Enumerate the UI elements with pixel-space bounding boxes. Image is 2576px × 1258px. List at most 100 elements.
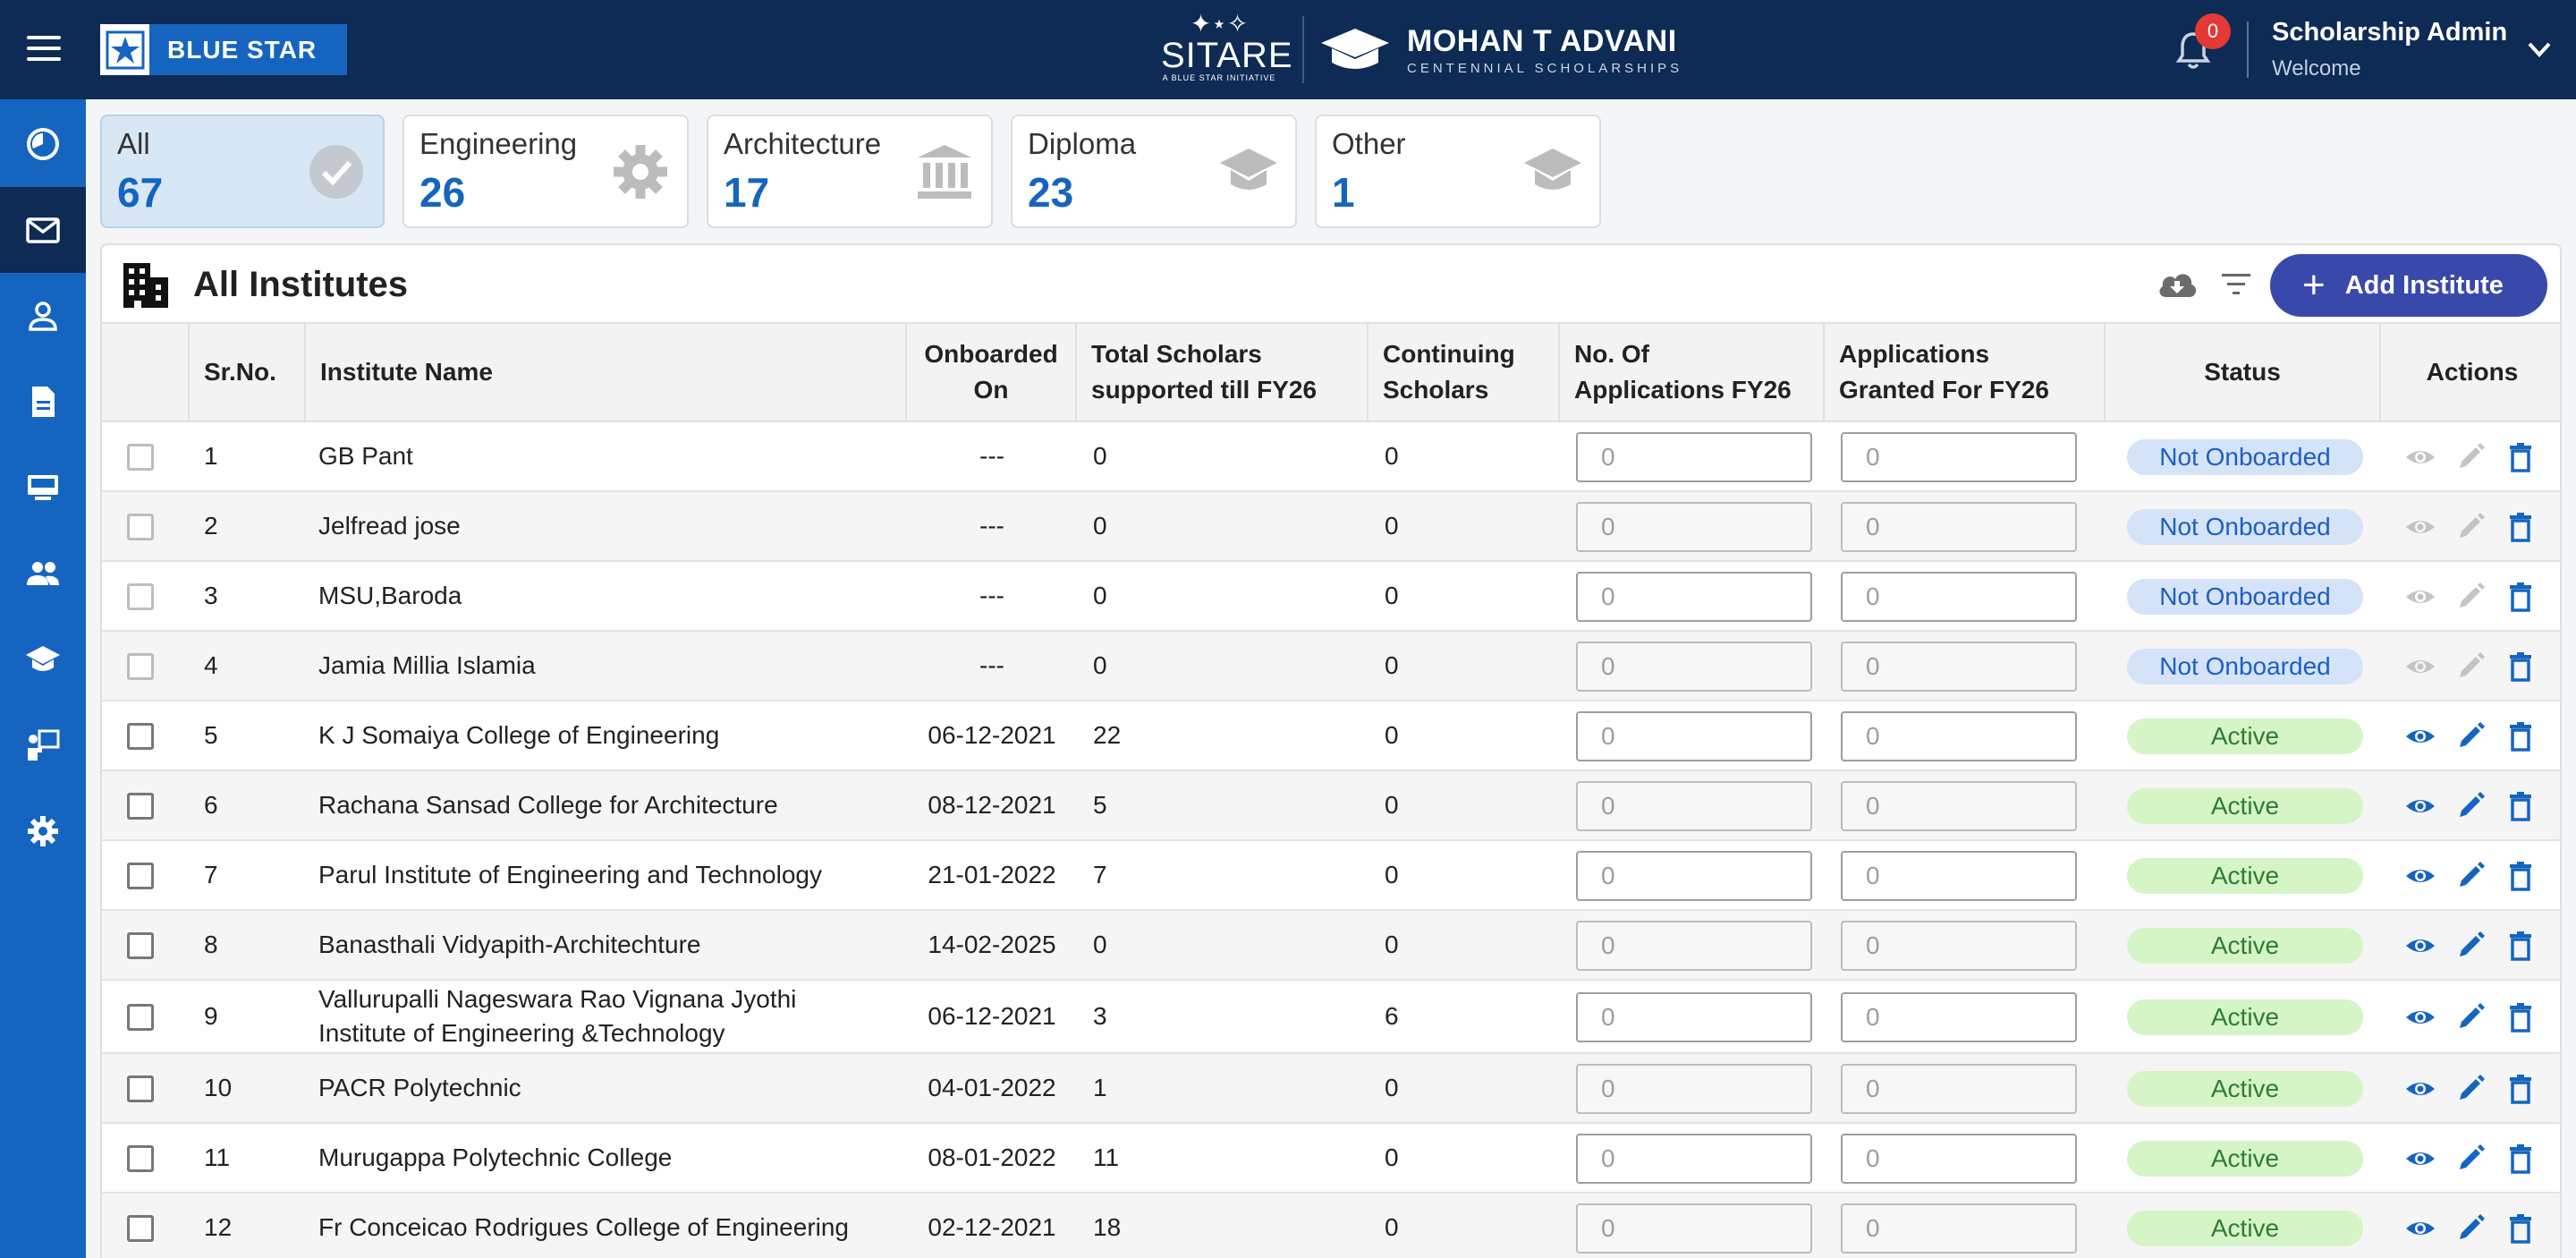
sidebar-item-dashboard[interactable] — [0, 101, 86, 187]
row-checkbox[interactable] — [127, 1004, 154, 1031]
applications-input[interactable]: 0 — [1576, 572, 1812, 622]
delete-icon[interactable] — [2503, 928, 2538, 964]
applications-input[interactable]: 0 — [1576, 711, 1812, 761]
granted-input[interactable]: 0 — [1841, 1203, 2077, 1254]
onboarded-on: 06-12-2021 — [928, 721, 1056, 749]
view-icon[interactable] — [2402, 858, 2438, 894]
applications-input[interactable]: 0 — [1576, 781, 1812, 831]
category-card-diploma[interactable]: Diploma 23 — [1011, 115, 1297, 228]
chevron-down-icon[interactable] — [2524, 36, 2555, 63]
granted-input[interactable]: 0 — [1841, 642, 2077, 692]
granted-input[interactable]: 0 — [1841, 711, 2077, 761]
sidebar-item-mail[interactable] — [0, 187, 86, 273]
applications-input[interactable]: 0 — [1576, 1134, 1812, 1184]
applications-input[interactable]: 0 — [1576, 642, 1812, 692]
delete-icon[interactable] — [2503, 1211, 2538, 1246]
add-institute-button[interactable]: + Add Institute — [2270, 254, 2547, 317]
granted-input[interactable]: 0 — [1841, 921, 2077, 971]
edit-icon[interactable] — [2453, 999, 2488, 1035]
granted-input[interactable]: 0 — [1841, 781, 2077, 831]
continuing-scholars: 0 — [1385, 442, 1399, 470]
category-label: Engineering — [419, 127, 578, 160]
granted-input[interactable]: 0 — [1841, 1134, 2077, 1184]
header-continuing-scholars: Continuing Scholars — [1368, 324, 1560, 421]
document-icon — [32, 387, 55, 417]
category-card-engineering[interactable]: Engineering 26 — [402, 115, 689, 228]
row-checkbox[interactable] — [127, 514, 154, 540]
blue-star-logo[interactable]: BLUE STAR — [100, 24, 347, 75]
delete-icon[interactable] — [2503, 579, 2538, 615]
delete-icon[interactable] — [2503, 718, 2538, 754]
teacher-icon — [28, 729, 60, 761]
edit-icon[interactable] — [2453, 1211, 2488, 1246]
sidebar-item-documents[interactable] — [0, 359, 86, 445]
category-card-architecture[interactable]: Architecture 17 — [707, 115, 993, 228]
edit-icon[interactable] — [2453, 579, 2488, 615]
delete-icon[interactable] — [2503, 649, 2538, 684]
applications-input[interactable]: 0 — [1576, 1203, 1812, 1254]
granted-input[interactable]: 0 — [1841, 992, 2077, 1042]
edit-icon[interactable] — [2453, 928, 2488, 964]
granted-input[interactable]: 0 — [1841, 851, 2077, 901]
view-icon[interactable] — [2402, 579, 2438, 615]
category-card-other[interactable]: Other 1 — [1315, 115, 1601, 228]
sidebar-item-desktop[interactable] — [0, 445, 86, 531]
edit-icon[interactable] — [2453, 509, 2488, 545]
view-icon[interactable] — [2402, 999, 2438, 1035]
delete-icon[interactable] — [2503, 999, 2538, 1035]
edit-icon[interactable] — [2453, 649, 2488, 684]
delete-icon[interactable] — [2503, 439, 2538, 475]
granted-input[interactable]: 0 — [1841, 502, 2077, 552]
applications-input[interactable]: 0 — [1576, 1064, 1812, 1114]
view-icon[interactable] — [2402, 928, 2438, 964]
sidebar-item-teacher[interactable] — [0, 702, 86, 788]
delete-icon[interactable] — [2503, 1071, 2538, 1107]
category-card-all[interactable]: All 67 — [100, 115, 385, 228]
edit-icon[interactable] — [2453, 858, 2488, 894]
view-icon[interactable] — [2402, 788, 2438, 824]
delete-icon[interactable] — [2503, 509, 2538, 545]
row-checkbox[interactable] — [127, 723, 154, 750]
view-icon[interactable] — [2402, 718, 2438, 754]
granted-input[interactable]: 0 — [1841, 572, 2077, 622]
sidebar-item-settings[interactable] — [0, 788, 86, 874]
row-checkbox[interactable] — [127, 583, 154, 610]
view-icon[interactable] — [2402, 1141, 2438, 1177]
edit-icon[interactable] — [2453, 788, 2488, 824]
view-icon[interactable] — [2402, 1211, 2438, 1246]
applications-input[interactable]: 0 — [1576, 992, 1812, 1042]
row-checkbox[interactable] — [127, 793, 154, 820]
edit-icon[interactable] — [2453, 1071, 2488, 1107]
sidebar-item-scholars[interactable] — [0, 616, 86, 702]
edit-icon[interactable] — [2453, 439, 2488, 475]
edit-icon[interactable] — [2453, 718, 2488, 754]
row-checkbox[interactable] — [127, 1075, 154, 1102]
applications-input[interactable]: 0 — [1576, 432, 1812, 482]
sidebar-item-person[interactable] — [0, 273, 86, 359]
view-icon[interactable] — [2402, 1071, 2438, 1107]
view-icon[interactable] — [2402, 439, 2438, 475]
filter-icon[interactable] — [2218, 267, 2254, 302]
menu-icon[interactable] — [27, 36, 61, 63]
applications-input[interactable]: 0 — [1576, 921, 1812, 971]
row-checkbox[interactable] — [127, 1215, 154, 1242]
table-header: Sr.No. Institute Name Onboarded On Total … — [102, 322, 2560, 422]
row-checkbox[interactable] — [127, 932, 154, 959]
delete-icon[interactable] — [2503, 1141, 2538, 1177]
view-icon[interactable] — [2402, 649, 2438, 684]
user-menu[interactable]: Scholarship Admin Welcome — [2272, 18, 2507, 81]
granted-input[interactable]: 0 — [1841, 1064, 2077, 1114]
row-checkbox[interactable] — [127, 863, 154, 889]
row-checkbox[interactable] — [127, 444, 154, 471]
delete-icon[interactable] — [2503, 788, 2538, 824]
cloud-download-icon[interactable] — [2156, 263, 2199, 306]
applications-input[interactable]: 0 — [1576, 502, 1812, 552]
sidebar-item-people[interactable] — [0, 531, 86, 616]
edit-icon[interactable] — [2453, 1141, 2488, 1177]
delete-icon[interactable] — [2503, 858, 2538, 894]
applications-input[interactable]: 0 — [1576, 851, 1812, 901]
row-checkbox[interactable] — [127, 653, 154, 680]
view-icon[interactable] — [2402, 509, 2438, 545]
granted-input[interactable]: 0 — [1841, 432, 2077, 482]
row-checkbox[interactable] — [127, 1145, 154, 1172]
